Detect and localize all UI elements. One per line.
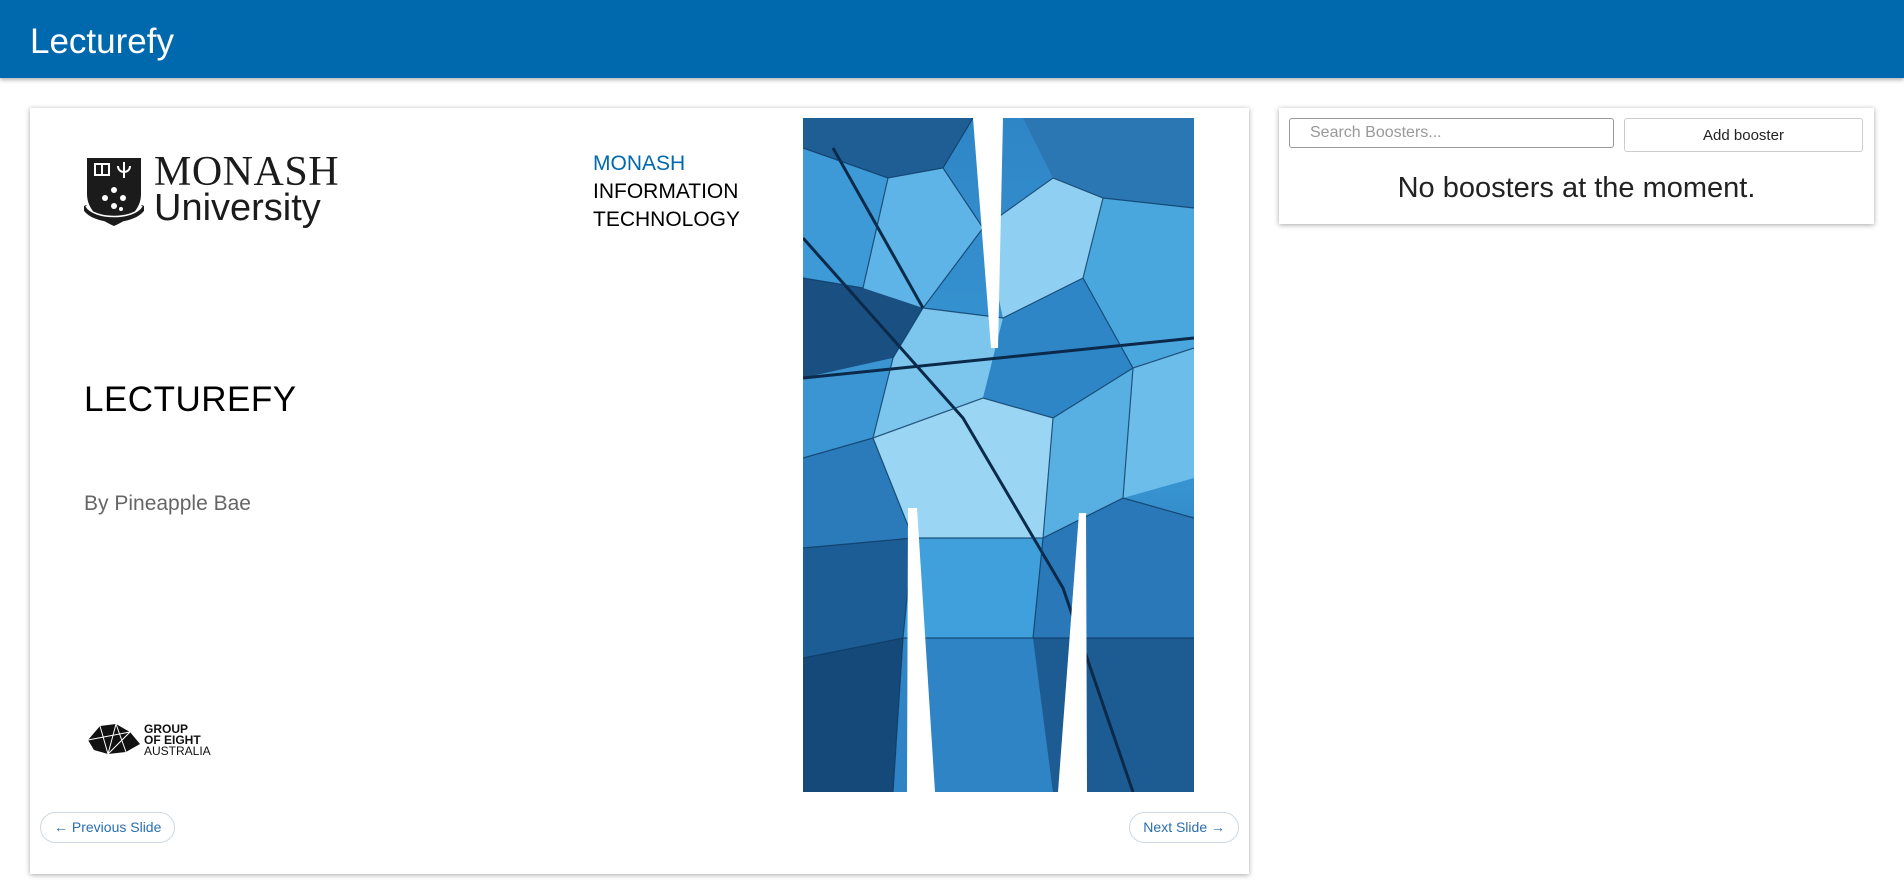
add-booster-button[interactable]: Add booster bbox=[1624, 118, 1863, 152]
app-title[interactable]: Lecturefy bbox=[30, 22, 174, 62]
glass-roof-image bbox=[803, 118, 1194, 792]
logo-text-university: University bbox=[154, 187, 321, 229]
monash-university-logo: MONASH University bbox=[84, 150, 339, 234]
search-boosters-input[interactable] bbox=[1289, 118, 1614, 148]
group-of-eight-icon bbox=[87, 723, 140, 755]
next-slide-button[interactable]: Next Slide → bbox=[1129, 812, 1239, 843]
faculty-line-3: TECHNOLOGY bbox=[593, 208, 741, 231]
boosters-panel: Add booster No boosters at the moment. bbox=[1279, 108, 1874, 224]
go8-line-3: AUSTRALIA bbox=[144, 744, 211, 758]
slide-content: MONASH University MONASH INFORMATION TEC… bbox=[30, 108, 1249, 808]
slide-subtitle: By Pineapple Bae bbox=[84, 492, 251, 515]
faculty-line-2: INFORMATION bbox=[593, 180, 739, 203]
faculty-line-1: MONASH bbox=[593, 152, 686, 175]
slide-viewer: MONASH University MONASH INFORMATION TEC… bbox=[30, 108, 1249, 874]
app-header: Lecturefy bbox=[0, 0, 1904, 78]
previous-slide-button[interactable]: ← Previous Slide bbox=[40, 812, 176, 843]
monash-crest-icon bbox=[84, 158, 144, 226]
group-of-eight-logo: GROUP OF EIGHT AUSTRALIA bbox=[86, 722, 216, 762]
slide-cover-image bbox=[803, 118, 1194, 792]
faculty-label: MONASH INFORMATION TECHNOLOGY bbox=[593, 150, 740, 234]
slide-title: LECTUREFY bbox=[84, 380, 297, 419]
boosters-empty-message: No boosters at the moment. bbox=[1397, 172, 1756, 204]
